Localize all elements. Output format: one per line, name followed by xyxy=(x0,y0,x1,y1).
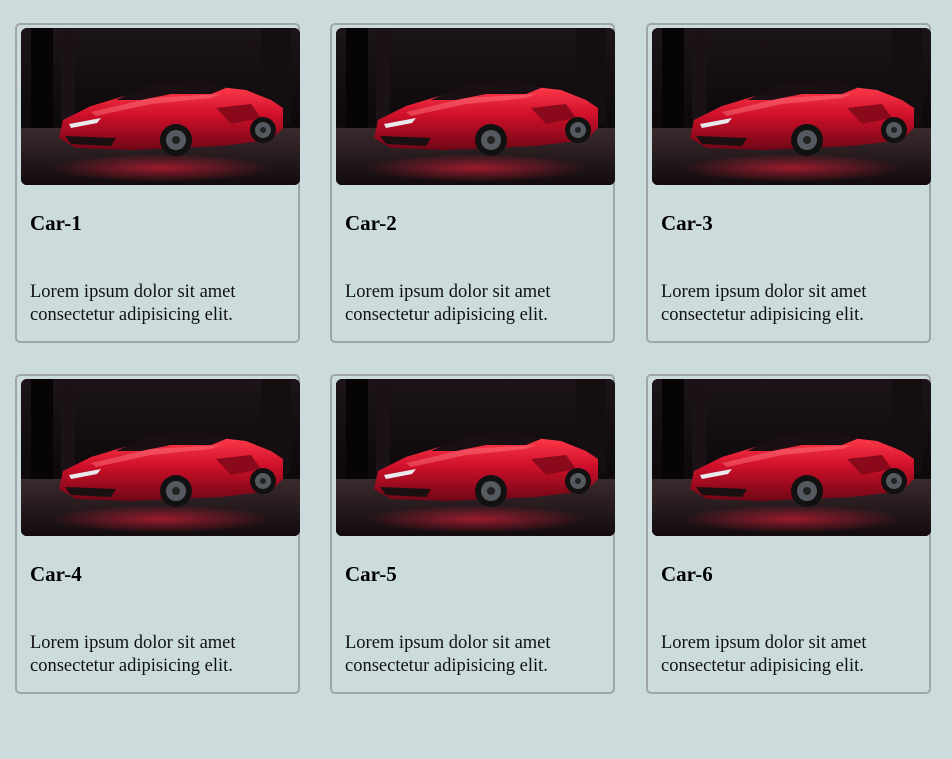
car-card: Car-4 Lorem ipsum dolor sit amet consect… xyxy=(15,374,300,694)
card-title: Car-1 xyxy=(30,211,82,235)
red-sports-car-image xyxy=(336,28,615,185)
card-description: Lorem ipsum dolor sit amet consectetur a… xyxy=(30,633,236,676)
car-image xyxy=(336,379,615,536)
card-title: Car-3 xyxy=(661,211,713,235)
red-sports-car-image xyxy=(652,379,931,536)
red-sports-car-image xyxy=(21,28,300,185)
card-title: Car-2 xyxy=(345,211,397,235)
car-card: Car-3 Lorem ipsum dolor sit amet consect… xyxy=(646,23,931,343)
card-title: Car-4 xyxy=(30,562,82,586)
card-description: Lorem ipsum dolor sit amet consectetur a… xyxy=(30,282,236,325)
car-card: Car-5 Lorem ipsum dolor sit amet consect… xyxy=(330,374,615,694)
car-card: Car-1 Lorem ipsum dolor sit amet consect… xyxy=(15,23,300,343)
car-card: Car-6 Lorem ipsum dolor sit amet consect… xyxy=(646,374,931,694)
card-title: Car-5 xyxy=(345,562,397,586)
card-description: Lorem ipsum dolor sit amet consectetur a… xyxy=(661,633,867,676)
car-image xyxy=(21,379,300,536)
red-sports-car-image xyxy=(652,28,931,185)
card-description: Lorem ipsum dolor sit amet consectetur a… xyxy=(661,282,867,325)
card-grid: Car-1 Lorem ipsum dolor sit amet consect… xyxy=(0,0,952,759)
car-image xyxy=(652,379,931,536)
card-description: Lorem ipsum dolor sit amet consectetur a… xyxy=(345,282,551,325)
car-image xyxy=(336,28,615,185)
card-title: Car-6 xyxy=(661,562,713,586)
card-description: Lorem ipsum dolor sit amet consectetur a… xyxy=(345,633,551,676)
red-sports-car-image xyxy=(336,379,615,536)
car-image xyxy=(652,28,931,185)
car-image xyxy=(21,28,300,185)
car-card: Car-2 Lorem ipsum dolor sit amet consect… xyxy=(330,23,615,343)
red-sports-car-image xyxy=(21,379,300,536)
